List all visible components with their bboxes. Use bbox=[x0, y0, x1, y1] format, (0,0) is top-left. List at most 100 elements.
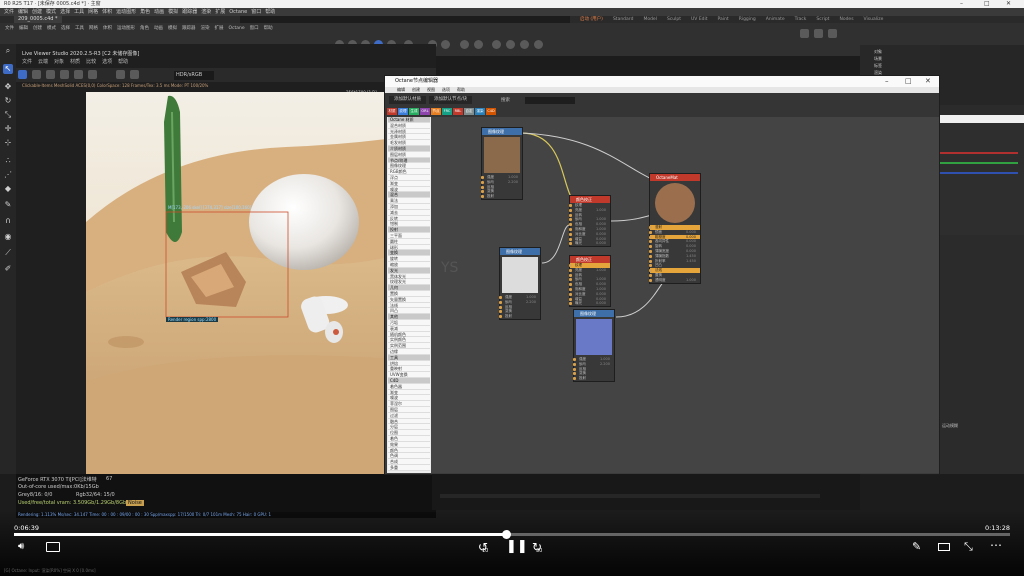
node-close-icon[interactable]: ✕ bbox=[925, 76, 931, 87]
port-pin[interactable] bbox=[569, 287, 572, 291]
camera-select-icon[interactable] bbox=[116, 70, 125, 79]
menu-item[interactable]: 编辑 bbox=[18, 8, 28, 16]
stop-render-icon[interactable] bbox=[46, 70, 55, 79]
rotate-icon[interactable]: ↻ bbox=[3, 96, 13, 106]
port-pin[interactable] bbox=[649, 249, 652, 253]
add-default-material-button[interactable]: 添加默认材质 bbox=[389, 96, 426, 104]
port-pin[interactable] bbox=[649, 269, 652, 273]
port-pin[interactable] bbox=[499, 305, 502, 309]
layout-tab[interactable]: Animate bbox=[766, 16, 785, 23]
menu-item[interactable]: 体积 bbox=[102, 8, 112, 16]
port-pin[interactable] bbox=[569, 237, 572, 241]
menu2-item[interactable]: 动画 bbox=[154, 23, 163, 34]
pause-icon[interactable]: ❚❚ bbox=[506, 539, 528, 554]
menu2-item[interactable]: 渲染 bbox=[201, 23, 210, 34]
menu-item[interactable]: 工具 bbox=[74, 8, 84, 16]
menu-item[interactable]: 扩展 bbox=[215, 8, 225, 16]
port-pin[interactable] bbox=[569, 213, 572, 217]
port-pin[interactable] bbox=[569, 232, 572, 236]
layout-tab[interactable]: Track bbox=[795, 16, 807, 23]
port-pin[interactable] bbox=[569, 208, 572, 212]
port-pin[interactable] bbox=[569, 283, 572, 287]
port-pin[interactable] bbox=[499, 300, 502, 304]
render-region-button-icon[interactable] bbox=[814, 29, 823, 38]
port-pin[interactable] bbox=[481, 176, 484, 179]
select-tool-icon[interactable]: ↖ bbox=[3, 64, 13, 74]
port-pin[interactable] bbox=[649, 254, 652, 258]
miniplayer-icon[interactable] bbox=[938, 543, 950, 551]
port-pin[interactable] bbox=[649, 278, 652, 282]
menu-item[interactable]: 模式 bbox=[46, 8, 56, 16]
live-viewer-menu-item[interactable]: 比较 bbox=[86, 58, 96, 66]
captions-icon[interactable] bbox=[46, 542, 60, 552]
node-maximize-icon[interactable]: □ bbox=[905, 76, 912, 87]
node-canvas[interactable]: YS 图像纹理 强度 1.000 伽马 2.200 反相 变换 投射 颜色校正 纹理 亮度 1.000… bbox=[431, 117, 939, 473]
node-port[interactable]: 曝光 0.000 bbox=[569, 241, 610, 246]
port-pin[interactable] bbox=[569, 223, 572, 227]
category-tag[interactable]: 节点 bbox=[431, 108, 441, 115]
file-tab[interactable]: 209_0005.c4d * bbox=[14, 16, 62, 23]
node-mix1[interactable]: 颜色校正 纹理 亮度 1.000 反转 伽马 1.000 色相 0.000 饱和度 1.000 对比度… bbox=[569, 195, 611, 248]
category-tag[interactable]: ORL bbox=[420, 108, 430, 115]
move-icon[interactable]: ✥ bbox=[3, 82, 13, 92]
grid-icon[interactable] bbox=[441, 40, 450, 49]
category-tag[interactable]: 材质 bbox=[387, 108, 397, 115]
port-pin[interactable] bbox=[573, 362, 576, 366]
search-icon[interactable]: ⌕ bbox=[3, 46, 13, 56]
layout-tab[interactable]: Paint bbox=[718, 16, 729, 23]
port-pin[interactable] bbox=[481, 195, 484, 199]
port-pin[interactable] bbox=[481, 190, 484, 194]
port-pin[interactable] bbox=[499, 296, 502, 299]
menu-item[interactable]: 渲染 bbox=[201, 8, 211, 16]
port-pin[interactable] bbox=[573, 367, 576, 371]
add-default-node-button[interactable]: 添加默认节点/块 bbox=[429, 96, 473, 104]
node-mix2[interactable]: 颜色校正 纹理 亮度 1.000 反转 伽马 1.000 色相 0.000 饱和度 1.000 对比度… bbox=[569, 255, 611, 308]
knife-icon[interactable]: ⟋ bbox=[3, 248, 13, 258]
port-pin[interactable] bbox=[569, 204, 572, 207]
layout-tab[interactable]: Standard bbox=[613, 16, 633, 23]
minimize-icon[interactable]: – bbox=[960, 0, 963, 8]
node-tex1[interactable]: 图像纹理 强度 1.000 伽马 2.200 反相 变换 投射 bbox=[481, 127, 523, 200]
menu2-item[interactable]: 文件 bbox=[5, 23, 14, 34]
menu2-item[interactable]: 扩展 bbox=[215, 23, 224, 34]
category-tag[interactable]: 自定 bbox=[464, 108, 474, 115]
menu2-item[interactable]: 体积 bbox=[103, 23, 112, 34]
node-port[interactable]: 透明度 1.000 bbox=[649, 278, 700, 283]
port-pin[interactable] bbox=[649, 226, 652, 229]
port-pin[interactable] bbox=[573, 358, 576, 361]
focus-icon[interactable] bbox=[130, 70, 139, 79]
edges-mode-icon[interactable]: ⋰ bbox=[3, 170, 13, 180]
layout-tab[interactable]: 启动 (用户) bbox=[580, 16, 603, 23]
port-pin[interactable] bbox=[569, 227, 572, 231]
axis-tool-icon[interactable]: ✛ bbox=[3, 124, 13, 134]
category-tag[interactable]: 生成 bbox=[409, 108, 419, 115]
deform-icon[interactable] bbox=[474, 40, 483, 49]
brush-icon[interactable]: ✐ bbox=[3, 264, 13, 274]
menu2-item[interactable]: 模式 bbox=[47, 23, 56, 34]
port-pin[interactable] bbox=[569, 242, 572, 246]
port-pin[interactable] bbox=[569, 264, 572, 267]
paint-icon[interactable]: ✎ bbox=[3, 200, 13, 210]
menu-item[interactable]: 角色 bbox=[140, 8, 150, 16]
snap-tool-icon[interactable]: ⊹ bbox=[3, 138, 13, 148]
port-pin[interactable] bbox=[573, 372, 576, 376]
node-port[interactable]: 投射 bbox=[499, 314, 540, 319]
menu-item[interactable]: 动画 bbox=[154, 8, 164, 16]
pause-render-icon[interactable] bbox=[32, 70, 41, 79]
node-list-item[interactable]: 多重 bbox=[388, 465, 430, 471]
menu2-item[interactable]: 网格 bbox=[89, 23, 98, 34]
node-port[interactable]: 投射 bbox=[481, 194, 522, 199]
category-tag[interactable]: C4D bbox=[486, 108, 496, 115]
port-pin[interactable] bbox=[569, 218, 572, 222]
live-viewer-menu-item[interactable]: 材质 bbox=[70, 58, 80, 66]
pick-icon[interactable] bbox=[74, 70, 83, 79]
polygons-mode-icon[interactable]: ◆ bbox=[3, 184, 13, 194]
menu-item[interactable]: Octane bbox=[229, 8, 247, 16]
color-space-select[interactable]: HDR/sRGB bbox=[174, 71, 214, 80]
magnet-icon[interactable]: ∩ bbox=[3, 216, 13, 226]
menu2-item[interactable]: 运动图形 bbox=[117, 23, 135, 34]
object-row[interactable]: 场景 bbox=[874, 56, 882, 62]
port-pin[interactable] bbox=[569, 278, 572, 282]
port-pin[interactable] bbox=[569, 292, 572, 296]
menu2-item[interactable]: Octane bbox=[229, 23, 245, 34]
